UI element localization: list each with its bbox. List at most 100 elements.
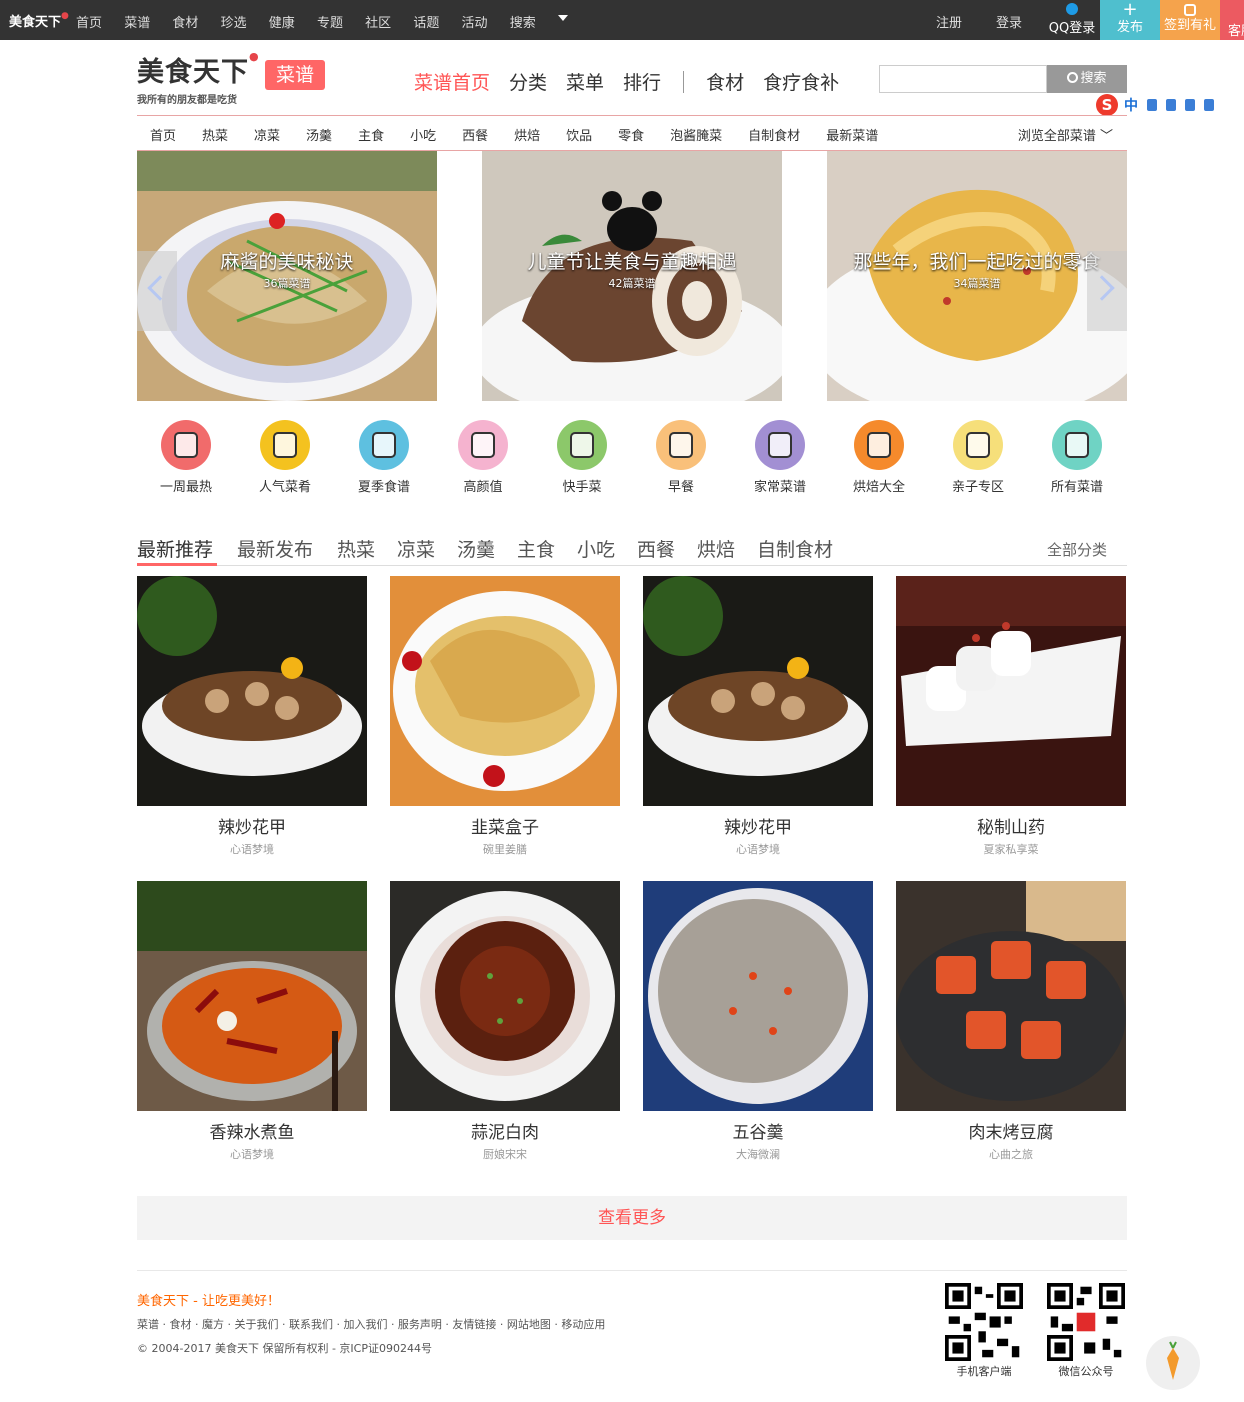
banner-item[interactable]: 麻酱的美味秘诀 36篇菜谱 [137, 151, 437, 401]
subnav-item[interactable]: 西餐 [462, 125, 488, 144]
top-brand[interactable]: 美食天下● [9, 11, 69, 30]
top-nav-talk[interactable]: 话题 [407, 12, 455, 31]
back-to-top-button[interactable] [1146, 1336, 1200, 1390]
top-nav-topics[interactable]: 专题 [311, 12, 359, 31]
thumbs-up-icon [260, 420, 310, 470]
subnav-item[interactable]: 主食 [358, 125, 384, 144]
subnav-item[interactable]: 烘焙 [514, 125, 540, 144]
top-nav-select[interactable]: 珍选 [215, 12, 263, 31]
header-nav: 菜谱首页 分类 菜单 排行 食材 食疗食补 [414, 68, 858, 95]
caret-down-icon[interactable] [558, 15, 568, 21]
recipe-author[interactable]: 心语梦境 [137, 841, 367, 857]
subnav-item[interactable]: 凉菜 [254, 125, 280, 144]
tab-cold-dishes[interactable]: 凉菜 [397, 535, 435, 562]
quick-link-all[interactable]: 所有菜谱 [1028, 420, 1126, 495]
recipe-name[interactable]: 香辣水煮鱼 [137, 1118, 367, 1143]
recipe-name[interactable]: 五谷羹 [643, 1118, 873, 1143]
publish-button[interactable]: + 发布 [1100, 0, 1160, 40]
tab-soups[interactable]: 汤羹 [457, 535, 495, 562]
top-nav-ingredients[interactable]: 食材 [166, 12, 214, 31]
all-categories-link[interactable]: 全部分类 [1047, 539, 1107, 560]
qq-login-button[interactable]: QQ登录 [1044, 0, 1100, 40]
tab-hot-dishes[interactable]: 热菜 [337, 535, 375, 562]
top-nav-home[interactable]: 首页 [70, 12, 118, 31]
feature-banner: 麻酱的美味秘诀 36篇菜谱 儿童节让美食与童趣相遇 42篇菜谱 那些年，我们一起… [137, 151, 1127, 401]
search-button[interactable]: 搜索 [1047, 65, 1127, 93]
top-nav-community[interactable]: 社区 [359, 12, 407, 31]
recipe-card[interactable]: 五谷羹 大海微澜 [643, 881, 873, 1161]
recipe-card[interactable]: 辣炒花甲 心语梦境 [137, 576, 367, 856]
subnav-item[interactable]: 最新菜谱 [826, 125, 878, 144]
tab-staples[interactable]: 主食 [517, 535, 555, 562]
subnav-item[interactable]: 小吃 [410, 125, 436, 144]
recipe-card[interactable]: 香辣水煮鱼 心语梦境 [137, 881, 367, 1161]
recipe-card[interactable]: 秘制山药 夏家私享菜 [896, 576, 1126, 856]
subnav-item[interactable]: 泡酱腌菜 [670, 125, 722, 144]
quick-link-fast[interactable]: 快手菜 [533, 420, 631, 495]
nav-recipe-home[interactable]: 菜谱首页 [414, 68, 490, 95]
tab-baking[interactable]: 烘焙 [697, 535, 735, 562]
banner-item[interactable]: 那些年，我们一起吃过的零食 34篇菜谱 [827, 151, 1127, 401]
quick-link-kids[interactable]: 亲子专区 [929, 420, 1027, 495]
top-nav-recipes[interactable]: 菜谱 [118, 12, 166, 31]
recipe-name[interactable]: 辣炒花甲 [643, 813, 873, 838]
top-nav-health[interactable]: 健康 [263, 12, 311, 31]
signin-gift-button[interactable]: 签到有礼 [1160, 0, 1220, 40]
recipe-author[interactable]: 心语梦境 [643, 841, 873, 857]
banner-prev-button[interactable] [137, 251, 177, 331]
quick-link-pretty[interactable]: 高颜值 [434, 420, 532, 495]
recipe-card[interactable]: 肉末烤豆腐 心曲之旅 [896, 881, 1126, 1161]
register-link[interactable]: 注册 [936, 12, 962, 31]
subnav-item[interactable]: 首页 [150, 125, 176, 144]
subnav-item[interactable]: 零食 [618, 125, 644, 144]
quick-link-breakfast[interactable]: 早餐 [632, 420, 730, 495]
recipe-card[interactable]: 韭菜盒子 碗里姜膳 [390, 576, 620, 856]
login-link[interactable]: 登录 [996, 12, 1022, 31]
quick-link-baking[interactable]: 烘焙大全 [830, 420, 928, 495]
recipe-author[interactable]: 大海微澜 [643, 1146, 873, 1162]
subnav-item[interactable]: 汤羹 [306, 125, 332, 144]
view-more-button[interactable]: 查看更多 [137, 1196, 1127, 1240]
tab-western[interactable]: 西餐 [637, 535, 675, 562]
recipe-name[interactable]: 蒜泥白肉 [390, 1118, 620, 1143]
recipe-name[interactable]: 韭菜盒子 [390, 813, 620, 838]
search-input[interactable] [879, 65, 1047, 93]
top-nav-events[interactable]: 活动 [456, 12, 504, 31]
recipe-card[interactable]: 辣炒花甲 心语梦境 [643, 576, 873, 856]
recipe-author[interactable]: 碗里姜膳 [390, 841, 620, 857]
recipe-author[interactable]: 夏家私享菜 [896, 841, 1126, 857]
nav-ingredients[interactable]: 食材 [706, 68, 744, 95]
tab-latest-recommend[interactable]: 最新推荐 [137, 535, 213, 562]
quick-link-weekly-hot[interactable]: 一周最热 [137, 420, 235, 495]
footer-links[interactable]: 菜谱 · 食材 · 魔方 · 关于我们 · 联系我们 · 加入我们 · 服务声明… [137, 1316, 605, 1332]
banner-item[interactable]: 儿童节让美食与童趣相遇 42篇菜谱 [482, 151, 782, 401]
nav-ranking[interactable]: 排行 [623, 68, 661, 95]
quick-link-summer[interactable]: 夏季食谱 [335, 420, 433, 495]
browse-all-link[interactable]: 浏览全部菜谱 ﹀ [1018, 125, 1113, 144]
nav-menu[interactable]: 菜单 [566, 68, 604, 95]
tab-latest-publish[interactable]: 最新发布 [237, 535, 313, 562]
tab-snacks[interactable]: 小吃 [577, 535, 615, 562]
ime-toolbar[interactable]: S 中 [1096, 94, 1244, 116]
subnav-item[interactable]: 饮品 [566, 125, 592, 144]
top-nav-search[interactable]: 搜索 [504, 12, 552, 31]
recipe-author[interactable]: 心语梦境 [137, 1146, 367, 1162]
nav-category[interactable]: 分类 [509, 68, 547, 95]
nav-diet-therapy[interactable]: 食疗食补 [763, 68, 839, 95]
tab-homemade[interactable]: 自制食材 [757, 535, 833, 562]
subnav-item[interactable]: 热菜 [202, 125, 228, 144]
banner-next-button[interactable] [1087, 251, 1127, 331]
footer-divider [137, 1270, 1127, 1271]
quick-link-home-style[interactable]: 家常菜谱 [731, 420, 829, 495]
quick-link-popular[interactable]: 人气菜肴 [236, 420, 334, 495]
recipe-name[interactable]: 肉末烤豆腐 [896, 1118, 1126, 1143]
recipe-name[interactable]: 辣炒花甲 [137, 813, 367, 838]
service-button[interactable]: 客服 [1220, 0, 1244, 40]
recipe-author[interactable]: 心曲之旅 [896, 1146, 1126, 1162]
subnav-item[interactable]: 自制食材 [748, 125, 800, 144]
site-logo[interactable]: 美食天下● 我所有的朋友都是吃货 [137, 50, 260, 106]
recipe-author[interactable]: 厨娘宋宋 [390, 1146, 620, 1162]
nav-divider [683, 70, 685, 93]
recipe-name[interactable]: 秘制山药 [896, 813, 1126, 838]
recipe-card[interactable]: 蒜泥白肉 厨娘宋宋 [390, 881, 620, 1161]
